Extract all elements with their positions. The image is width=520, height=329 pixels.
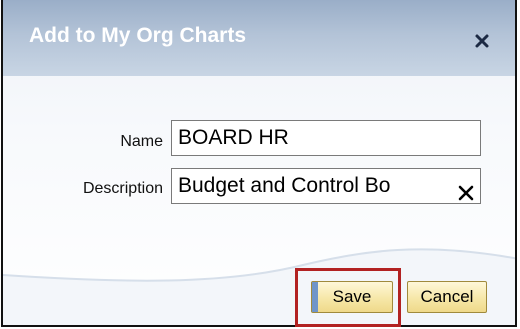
save-highlight-box [295, 268, 401, 327]
clear-x-icon[interactable] [458, 178, 474, 201]
name-label: Name [120, 133, 163, 150]
cancel-button-label: Cancel [420, 287, 474, 306]
close-icon[interactable] [471, 30, 493, 52]
dialog-titlebar: Add to My Org Charts [3, 0, 515, 76]
dialog-title: Add to My Org Charts [29, 24, 247, 47]
description-input[interactable]: Budget and Control Bo [171, 168, 481, 204]
name-input[interactable]: BOARD HR [171, 120, 481, 156]
description-label: Description [82, 180, 163, 197]
cancel-button[interactable]: Cancel [407, 281, 487, 313]
description-value: Budget and Control Bo [178, 174, 391, 197]
add-to-org-charts-dialog: Add to My Org Charts Name BOARD HR Descr… [1, 0, 517, 327]
